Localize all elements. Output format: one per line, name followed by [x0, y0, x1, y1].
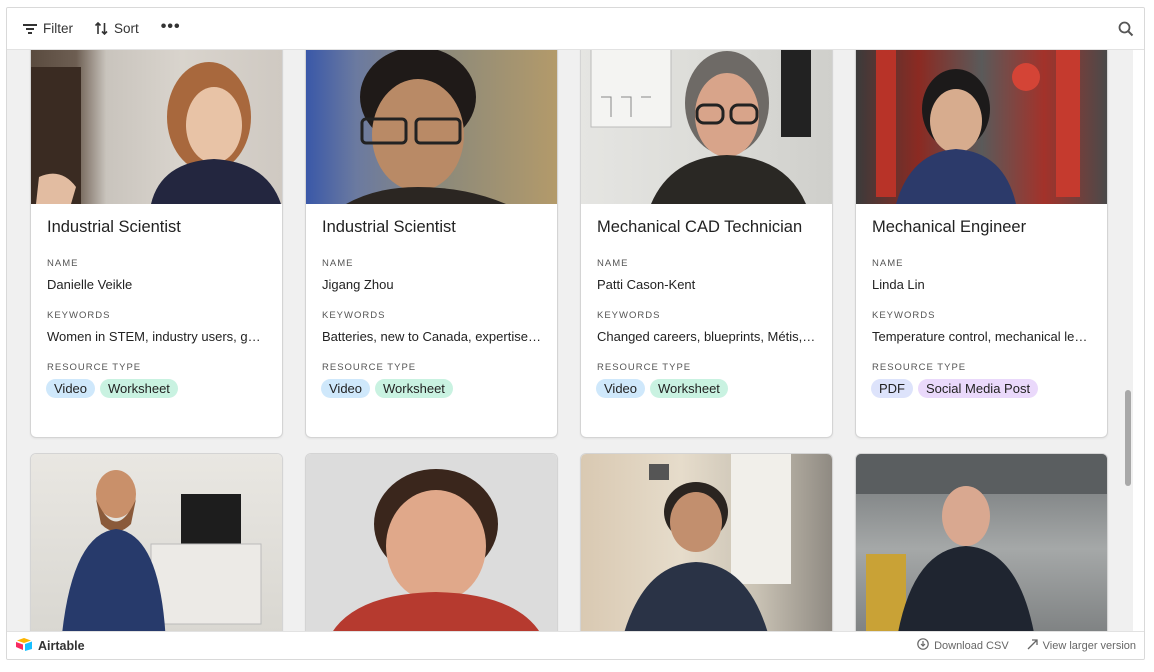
view-larger-label: View larger version [1042, 639, 1136, 652]
airtable-icon [15, 637, 33, 654]
airtable-logo[interactable]: Airtable [15, 637, 85, 654]
name-value: Jigang Zhou [322, 277, 394, 292]
resource-type-label: RESOURCE TYPE [597, 362, 692, 373]
filter-label: Filter [43, 21, 73, 36]
tag-worksheet: Worksheet [375, 379, 453, 398]
card-photo [31, 50, 282, 204]
more-options-button[interactable]: ••• [161, 18, 181, 36]
record-card[interactable]: Industrial Scientist NAME Jigang Zhou KE… [305, 50, 558, 438]
card-photo [306, 454, 557, 633]
tag-pdf: PDF [871, 379, 913, 398]
name-label: NAME [597, 258, 629, 269]
brand-name: Airtable [38, 638, 85, 653]
sort-icon [95, 22, 108, 35]
name-label: NAME [872, 258, 904, 269]
download-csv-link[interactable]: Download CSV [917, 638, 1009, 653]
gallery-embed: Filter Sort ••• Industrial Scientist NAM… [6, 7, 1145, 660]
expand-icon [1027, 638, 1038, 653]
card-photo [581, 454, 832, 633]
card-photo [306, 50, 557, 204]
name-label: NAME [47, 258, 79, 269]
card-photo [856, 50, 1107, 204]
record-card[interactable] [30, 453, 283, 633]
card-photo [856, 454, 1107, 633]
keywords-value: Batteries, new to Canada, expertise, ... [322, 329, 547, 344]
keywords-label: KEYWORDS [47, 310, 111, 321]
name-value: Linda Lin [872, 277, 925, 292]
view-larger-link[interactable]: View larger version [1027, 638, 1136, 653]
record-card[interactable] [305, 453, 558, 633]
resource-type-tags: Video Worksheet [581, 373, 832, 398]
name-value: Patti Cason-Kent [597, 277, 696, 292]
footer-links: Download CSV View larger version [917, 638, 1136, 653]
card-title: Industrial Scientist [322, 218, 456, 236]
resource-type-label: RESOURCE TYPE [47, 362, 142, 373]
tag-video: Video [596, 379, 646, 398]
tag-video: Video [321, 379, 371, 398]
footer: Airtable Download CSV View larger versio… [7, 631, 1144, 659]
download-csv-label: Download CSV [934, 639, 1009, 652]
tag-video: Video [46, 379, 96, 398]
record-card[interactable] [855, 453, 1108, 633]
keywords-value: Changed careers, blueprints, Métis, ... [597, 329, 817, 344]
record-card[interactable] [580, 453, 833, 633]
search-icon[interactable] [1118, 21, 1134, 42]
scrollbar-thumb[interactable] [1125, 390, 1131, 486]
resource-type-tags: PDF Social Media Post [856, 373, 1107, 398]
keywords-label: KEYWORDS [872, 310, 936, 321]
download-icon [917, 638, 929, 653]
card-title: Mechanical Engineer [872, 218, 1027, 236]
record-card[interactable]: Mechanical CAD Technician NAME Patti Cas… [580, 50, 833, 438]
filter-icon [23, 23, 37, 35]
record-card[interactable]: Industrial Scientist NAME Danielle Veikl… [30, 50, 283, 438]
name-value: Danielle Veikle [47, 277, 133, 292]
resource-type-tags: Video Worksheet [306, 373, 557, 398]
keywords-value: Temperature control, mechanical lea... [872, 329, 1093, 344]
filter-button[interactable]: Filter [23, 21, 73, 36]
keywords-label: KEYWORDS [597, 310, 661, 321]
tag-worksheet: Worksheet [650, 379, 728, 398]
card-photo [581, 50, 832, 204]
gallery-grid: Industrial Scientist NAME Danielle Veikl… [7, 50, 1133, 633]
keywords-value: Women in STEM, industry users, geo... [47, 329, 273, 344]
sort-label: Sort [114, 21, 139, 36]
resource-type-tags: Video Worksheet [31, 373, 282, 398]
name-label: NAME [322, 258, 354, 269]
resource-type-label: RESOURCE TYPE [322, 362, 417, 373]
card-photo [31, 454, 282, 633]
card-title: Industrial Scientist [47, 218, 181, 236]
sort-button[interactable]: Sort [95, 21, 139, 36]
record-card[interactable]: Mechanical Engineer NAME Linda Lin KEYWO… [855, 50, 1108, 438]
keywords-label: KEYWORDS [322, 310, 386, 321]
tag-social-media-post: Social Media Post [918, 379, 1039, 398]
tag-worksheet: Worksheet [100, 379, 178, 398]
card-title: Mechanical CAD Technician [597, 218, 803, 236]
toolbar: Filter Sort ••• [7, 8, 1144, 50]
resource-type-label: RESOURCE TYPE [872, 362, 967, 373]
